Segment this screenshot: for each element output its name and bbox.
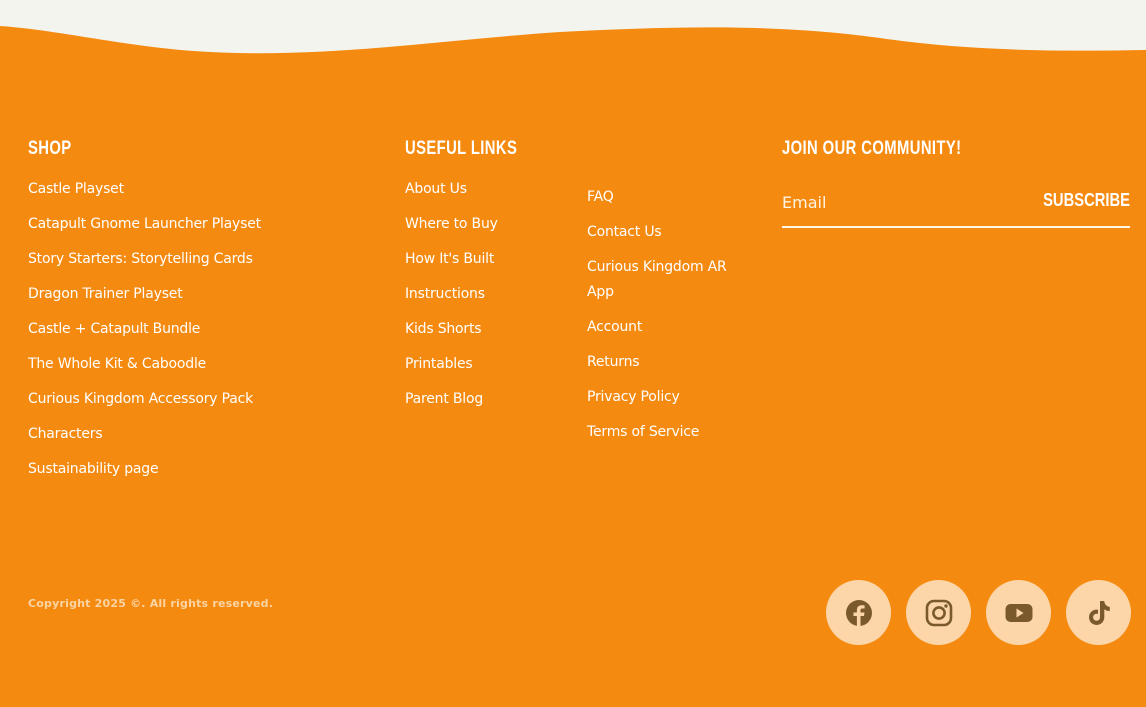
useful-link[interactable]: Instructions — [405, 286, 575, 303]
useful-link[interactable]: Curious Kingdom AR App — [587, 255, 757, 305]
facebook-link[interactable] — [826, 580, 891, 645]
shop-link[interactable]: Curious Kingdom Accessory Pack — [28, 391, 368, 408]
youtube-link[interactable] — [986, 580, 1051, 645]
community-column: JOIN OUR COMMUNITY! SUBSCRIBE — [782, 134, 1130, 228]
tiktok-link[interactable] — [1066, 580, 1131, 645]
useful-link[interactable]: Terms of Service — [587, 420, 757, 445]
useful-link[interactable]: Privacy Policy — [587, 385, 757, 410]
shop-link[interactable]: Sustainability page — [28, 461, 368, 478]
tiktok-icon — [1088, 600, 1110, 625]
shop-link[interactable]: The Whole Kit & Caboodle — [28, 356, 368, 373]
shop-links: Castle Playset Catapult Gnome Launcher P… — [28, 181, 368, 478]
useful-links: About Us Where to Buy How It's Built Ins… — [405, 181, 575, 408]
useful-links-column: USEFUL LINKS About Us Where to Buy How I… — [405, 134, 575, 426]
copyright-text: Copyright 2025 ©. All rights reserved. — [28, 597, 274, 610]
instagram-icon — [925, 599, 952, 626]
shop-link[interactable]: Catapult Gnome Launcher Playset — [28, 216, 368, 233]
useful-link[interactable]: Parent Blog — [405, 391, 575, 408]
useful-link[interactable]: Returns — [587, 350, 757, 375]
useful-link[interactable]: Contact Us — [587, 220, 757, 245]
useful-link[interactable]: Account — [587, 315, 757, 340]
shop-link[interactable]: Characters — [28, 426, 368, 443]
useful-link[interactable]: Printables — [405, 356, 575, 373]
useful-links-column-2: FAQ Contact Us Curious Kingdom AR App Ac… — [587, 185, 757, 455]
shop-link[interactable]: Story Starters: Storytelling Cards — [28, 251, 368, 268]
shop-link[interactable]: Dragon Trainer Playset — [28, 286, 368, 303]
useful-link[interactable]: About Us — [405, 181, 575, 198]
top-wave-divider — [0, 0, 1146, 54]
useful-link[interactable]: How It's Built — [405, 251, 575, 268]
useful-link[interactable]: Where to Buy — [405, 216, 575, 233]
shop-link[interactable]: Castle + Catapult Bundle — [28, 321, 368, 338]
community-heading: JOIN OUR COMMUNITY! — [782, 138, 962, 159]
facebook-icon — [845, 599, 872, 626]
subscribe-button[interactable]: SUBSCRIBE — [1043, 190, 1130, 211]
email-input[interactable] — [782, 186, 1022, 218]
social-links — [826, 580, 1131, 645]
useful-links-heading: USEFUL LINKS — [405, 138, 518, 159]
youtube-icon — [1005, 603, 1032, 622]
shop-heading: SHOP — [28, 138, 72, 159]
shop-column: SHOP Castle Playset Catapult Gnome Launc… — [28, 134, 368, 496]
newsletter-form: SUBSCRIBE — [782, 186, 1130, 228]
shop-link[interactable]: Castle Playset — [28, 181, 368, 198]
instagram-link[interactable] — [906, 580, 971, 645]
useful-links-secondary: FAQ Contact Us Curious Kingdom AR App Ac… — [587, 185, 757, 445]
useful-link[interactable]: Kids Shorts — [405, 321, 575, 338]
useful-link[interactable]: FAQ — [587, 185, 757, 210]
